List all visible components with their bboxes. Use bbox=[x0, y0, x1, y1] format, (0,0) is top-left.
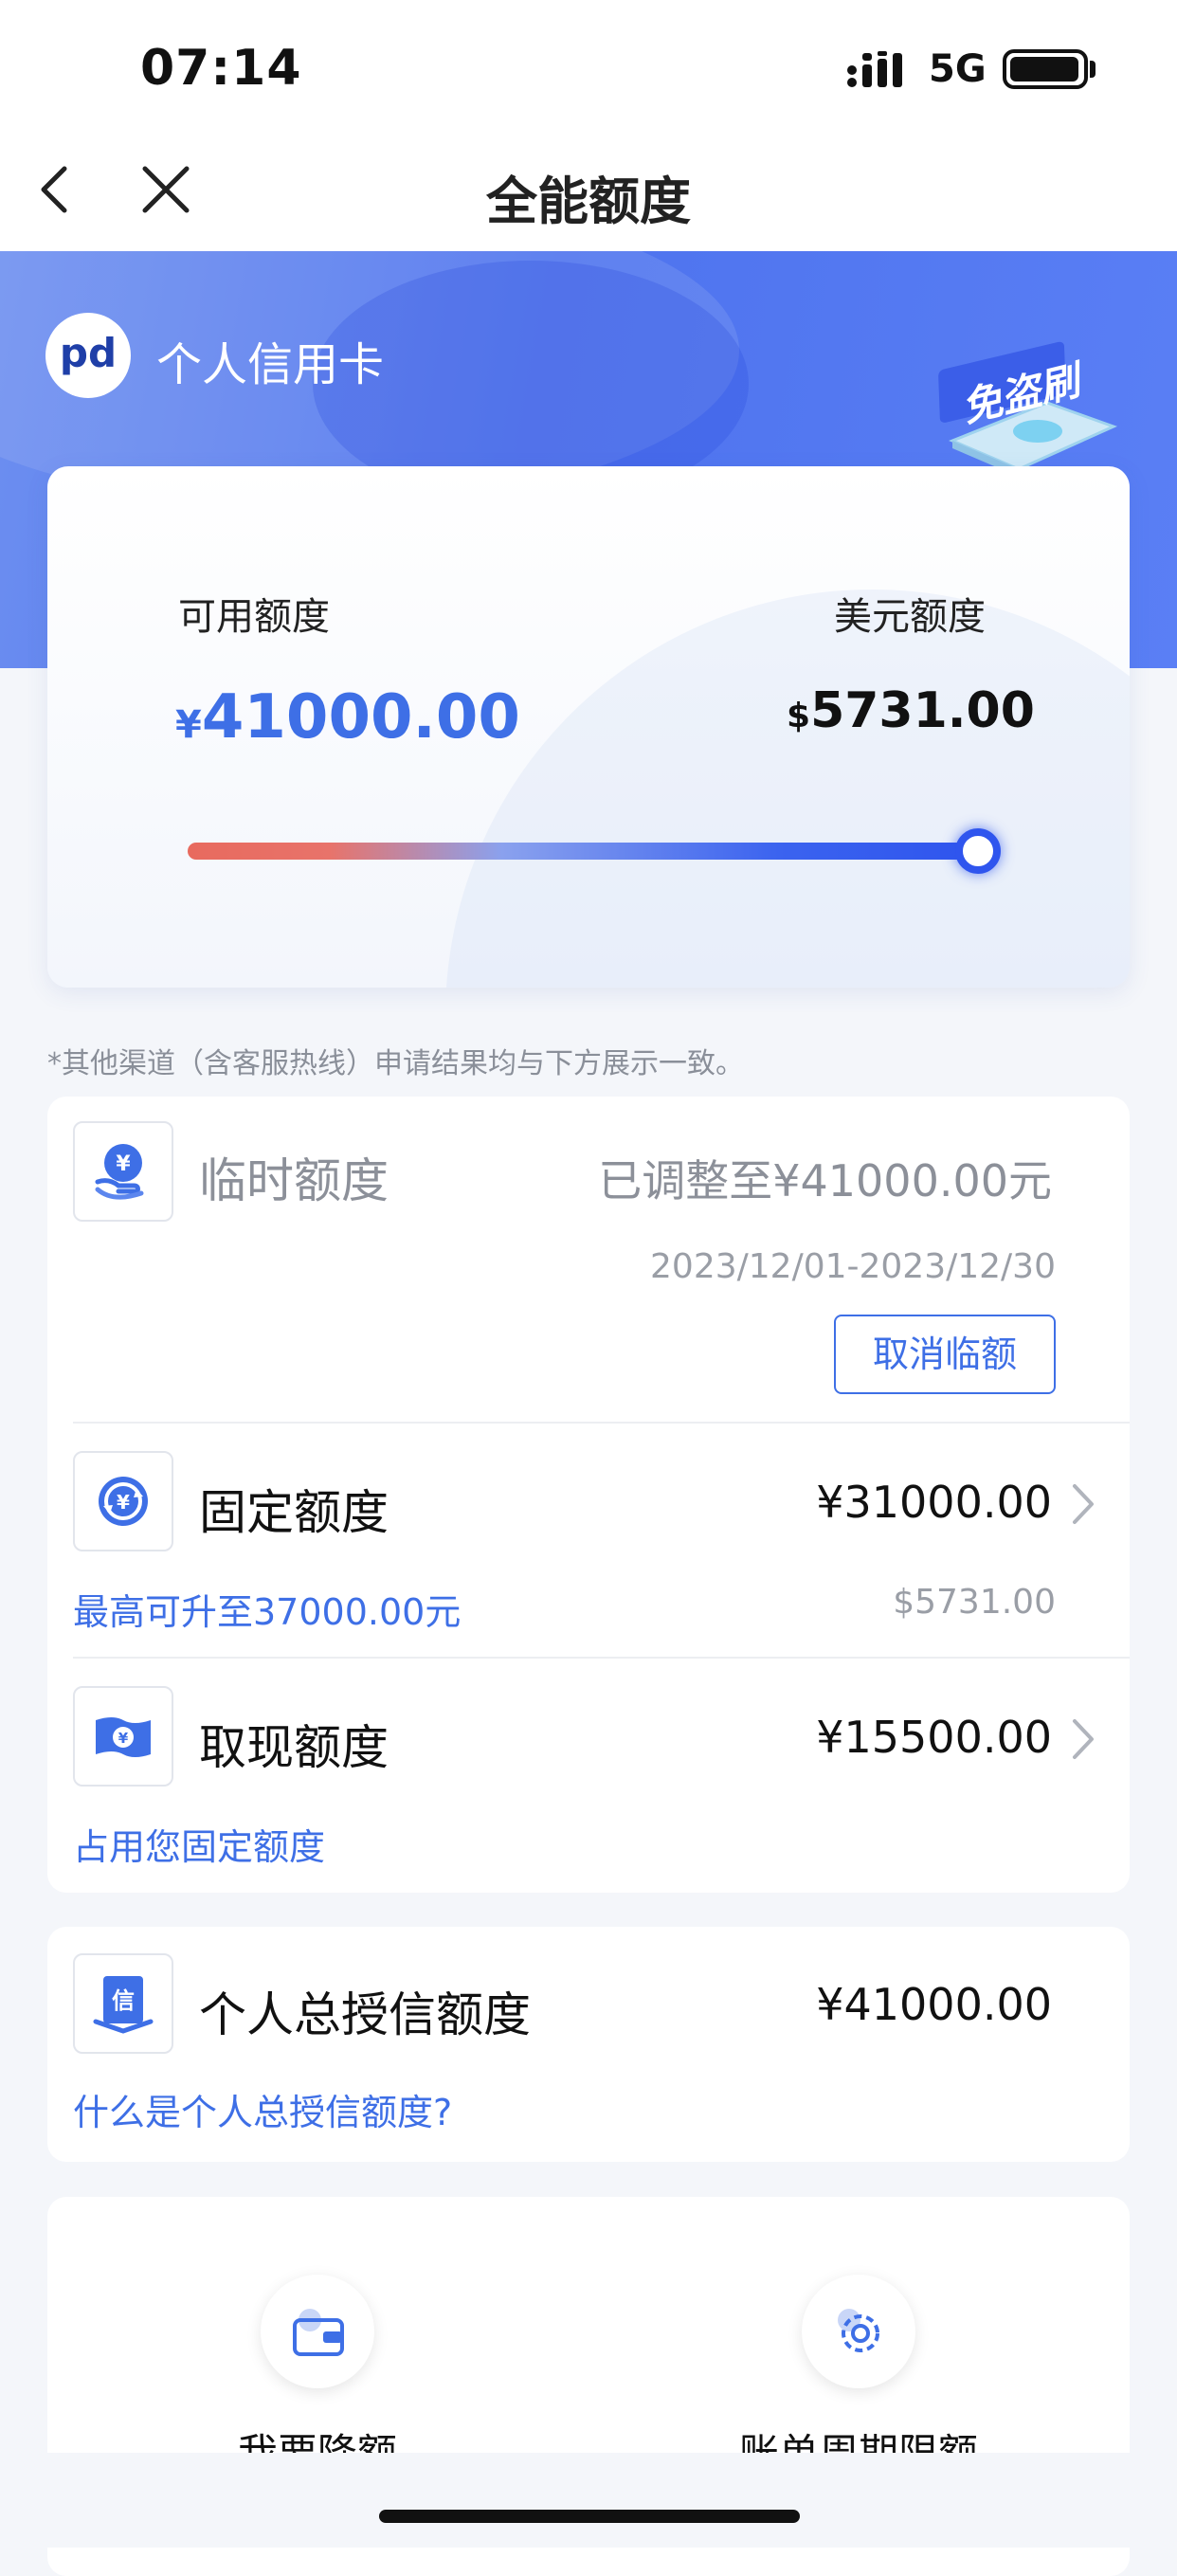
fixed-limit-usd: $5731.00 bbox=[893, 1583, 1056, 1622]
svg-text:¥: ¥ bbox=[117, 1491, 130, 1514]
cash-limit-value[interactable]: ¥15500.00 bbox=[663, 1712, 1052, 1763]
total-credit-icon-box: 信 bbox=[73, 1953, 173, 2054]
card-type-label: 个人信用卡 bbox=[156, 338, 385, 391]
channel-note: *其他渠道（含客服热线）申请结果均与下方展示一致。 bbox=[47, 1047, 744, 1080]
chevron-right-icon[interactable] bbox=[1069, 1480, 1097, 1528]
credit-doc-icon: 信 bbox=[93, 1976, 154, 2034]
fixed-limit-title[interactable]: 固定额度 bbox=[199, 1475, 389, 1543]
usd-limit-amount: $5731.00 bbox=[787, 682, 1035, 739]
limit-slider-knob[interactable] bbox=[955, 828, 1001, 874]
usd-limit-value: 5731.00 bbox=[810, 682, 1035, 739]
total-credit-title: 个人总授信额度 bbox=[199, 1987, 531, 2042]
bank-logo-text: pd bbox=[59, 330, 118, 376]
cancel-temp-limit-button[interactable]: 取消临额 bbox=[834, 1315, 1056, 1394]
limit-slider-track[interactable] bbox=[188, 843, 974, 860]
battery-icon bbox=[1003, 49, 1088, 89]
signal-icon bbox=[847, 51, 902, 87]
temp-limit-period: 2023/12/01-2023/12/30 bbox=[650, 1247, 1056, 1286]
cash-limit-note: 占用您固定额度 bbox=[73, 1826, 326, 1868]
available-limit-label: 可用额度 bbox=[178, 595, 330, 639]
bank-logo: pd bbox=[45, 313, 131, 398]
cash-note-icon: ¥ bbox=[96, 1717, 151, 1757]
svg-text:信: 信 bbox=[112, 1987, 135, 2014]
svg-text:¥: ¥ bbox=[118, 1730, 129, 1747]
network-type: 5G bbox=[929, 47, 987, 91]
cash-limit-title[interactable]: 取现额度 bbox=[199, 1710, 389, 1778]
home-indicator[interactable] bbox=[379, 2510, 800, 2523]
cash-limit-icon-box: ¥ bbox=[73, 1686, 173, 1787]
fixed-limit-icon-box: ¥ bbox=[73, 1451, 173, 1551]
temp-limit-title: 临时额度 bbox=[199, 1153, 389, 1208]
anti-fraud-badge-icon: 免盗刷 bbox=[938, 341, 1118, 477]
usd-symbol: $ bbox=[787, 697, 811, 735]
total-credit-value: ¥41000.00 bbox=[816, 1979, 1052, 2030]
usd-limit-label: 美元额度 bbox=[834, 595, 986, 639]
available-limit-value: 41000.00 bbox=[201, 682, 520, 753]
fixed-limit-upgrade-link[interactable]: 最高可升至37000.00元 bbox=[73, 1583, 461, 1635]
page-title: 全能额度 bbox=[486, 172, 691, 231]
temp-limit-status: 已调整至¥41000.00元 bbox=[598, 1155, 1052, 1206]
yuan-cycle-icon: ¥ bbox=[99, 1477, 148, 1526]
divider bbox=[73, 1657, 1130, 1659]
gear-icon bbox=[838, 2309, 879, 2352]
wallet-icon bbox=[293, 2309, 344, 2356]
reduce-limit-button[interactable] bbox=[261, 2275, 374, 2388]
fixed-limit-value[interactable]: ¥31000.00 bbox=[663, 1477, 1052, 1528]
billing-cycle-limit-button[interactable] bbox=[802, 2275, 915, 2388]
cny-symbol: ¥ bbox=[175, 703, 202, 747]
divider bbox=[73, 1422, 1130, 1424]
available-limit-amount: ¥41000.00 bbox=[175, 682, 520, 753]
total-credit-help-link[interactable]: 什么是个人总授信额度? bbox=[73, 2083, 452, 2135]
status-time: 07:14 bbox=[140, 40, 302, 97]
svg-text:¥: ¥ bbox=[116, 1152, 131, 1176]
bottom-safe-area bbox=[0, 2453, 1177, 2548]
chevron-right-icon[interactable] bbox=[1069, 1715, 1097, 1763]
battery-tip bbox=[1090, 61, 1096, 78]
yuan-hand-icon: ¥ bbox=[95, 1144, 144, 1200]
temp-limit-icon-box: ¥ bbox=[73, 1121, 173, 1222]
